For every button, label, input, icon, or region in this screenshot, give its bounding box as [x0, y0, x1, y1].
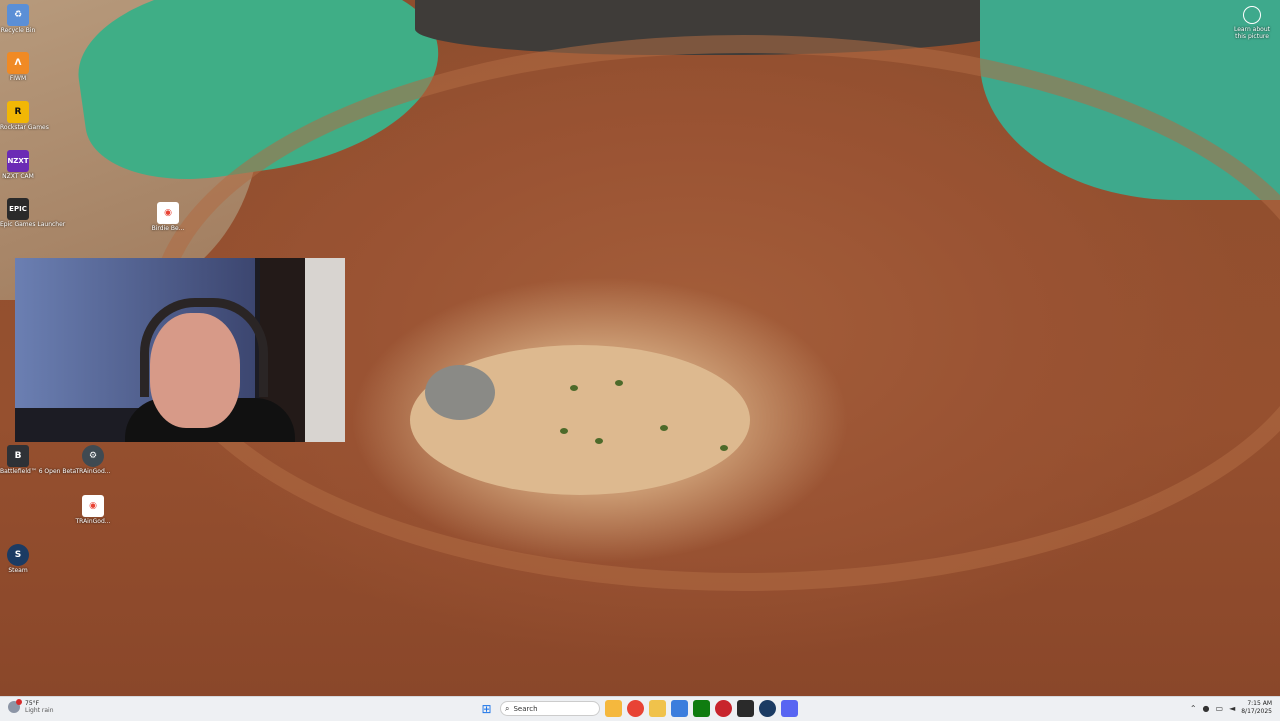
clock-time: 7:15 AM	[1247, 700, 1272, 707]
battlefield-icon: B	[7, 445, 29, 467]
desktop-icon-label: Birdie Be...	[151, 225, 185, 232]
file-explorer-icon[interactable]	[605, 700, 622, 717]
desktop-icon-label: FIWM	[9, 75, 27, 82]
search-placeholder: Search	[513, 704, 538, 713]
desktop-icon-traingod-2[interactable]: ◉ TRAinGod...	[75, 495, 111, 525]
wallpaper-crater-pool	[425, 365, 495, 420]
desktop-wallpaper: ♻ Recycle Bin Λ FIWM R Rockstar Games NZ…	[0, 0, 1280, 696]
clock-date: 8/17/2025	[1241, 708, 1272, 715]
desktop-icon-battlefield[interactable]: B Battlefield™ 6 Open Beta	[0, 445, 77, 475]
search-icon: ⌕	[505, 703, 510, 713]
steam-icon[interactable]	[759, 700, 776, 717]
folder-icon[interactable]	[649, 700, 666, 717]
weather-temp: 75°F	[25, 700, 40, 707]
headphones-icon	[140, 298, 268, 397]
chrome-icon[interactable]	[627, 700, 644, 717]
wallpaper-shrub	[615, 380, 623, 386]
chrome-shortcut-icon: ◉	[82, 495, 104, 517]
chevron-up-icon[interactable]: ⌃	[1190, 704, 1197, 713]
desktop-icon-label: TRAinGod...	[75, 468, 111, 475]
network-icon[interactable]: ▭	[1216, 704, 1224, 713]
desktop-icon-label: Recycle Bin	[0, 27, 36, 34]
weather-desc: Light rain	[25, 707, 54, 714]
wallpaper-shrub	[595, 438, 603, 444]
desktop-icon-label: Rockstar Games	[0, 124, 49, 131]
taskbar-center: ⊞ ⌕ Search	[478, 700, 798, 717]
webcam-overlay	[15, 258, 345, 442]
desktop-icon-recycle-bin[interactable]: ♻ Recycle Bin	[0, 4, 36, 34]
desktop-icon-label: Steam	[8, 567, 28, 574]
recycle-bin-icon: ♻	[7, 4, 29, 26]
clock[interactable]: 7:15 AM 8/17/2025	[1241, 700, 1272, 716]
learn-about-label: Learn about this picture	[1234, 26, 1270, 40]
desktop-icon-label: NZXT CAM	[2, 173, 34, 180]
desktop-icon-fiwm[interactable]: Λ FIWM	[0, 52, 36, 82]
photos-icon[interactable]	[671, 700, 688, 717]
taskbar: 75°F Light rain ⊞ ⌕ Search ⌃ ● ▭ ◄ 7:15 …	[0, 696, 1280, 721]
weather-icon	[8, 699, 22, 713]
system-tray: ⌃ ● ▭ ◄ 7:15 AM 8/17/2025	[1190, 700, 1272, 716]
rockstar-games-icon: R	[7, 101, 29, 123]
nzxt-cam-icon: NZXT	[7, 150, 29, 172]
wallpaper-shrub	[560, 428, 568, 434]
weather-widget[interactable]: 75°F Light rain	[8, 699, 54, 714]
weather-text: 75°F Light rain	[25, 700, 54, 714]
epic-games-icon[interactable]	[737, 700, 754, 717]
xbox-icon[interactable]	[693, 700, 710, 717]
discord-icon[interactable]	[781, 700, 798, 717]
app-red-icon[interactable]	[715, 700, 732, 717]
desktop-icon-label: TRAinGod...	[75, 518, 111, 525]
desktop-icon-birdie[interactable]: ◉ Birdie Be...	[150, 202, 186, 232]
fiwm-app-icon: Λ	[7, 52, 29, 74]
search-box[interactable]: ⌕ Search	[500, 701, 600, 716]
desktop-icon-nzxt[interactable]: NZXT NZXT CAM	[0, 150, 36, 180]
desktop-icon-traingod-1[interactable]: ⚙ TRAinGod...	[75, 445, 111, 475]
wallpaper-shrub	[720, 445, 728, 451]
traingod-app-icon: ⚙	[82, 445, 104, 467]
learn-about-picture-button[interactable]: Learn about this picture	[1232, 6, 1272, 40]
chrome-shortcut-icon: ◉	[157, 202, 179, 224]
desktop-icon-label: Epic Games Launcher	[0, 221, 66, 228]
camera-info-icon	[1243, 6, 1261, 24]
epic-games-icon: EPIC	[7, 198, 29, 220]
wallpaper-shrub	[570, 385, 578, 391]
desktop-icon-rockstar[interactable]: R Rockstar Games	[0, 101, 49, 131]
wallpaper-shrub	[660, 425, 668, 431]
desktop-icon-steam[interactable]: S Steam	[0, 544, 36, 574]
microphone-icon[interactable]: ●	[1203, 704, 1210, 713]
volume-icon[interactable]: ◄	[1229, 704, 1235, 713]
desktop-icon-epic[interactable]: EPIC Epic Games Launcher	[0, 198, 66, 228]
desktop-icon-label: Battlefield™ 6 Open Beta	[0, 468, 77, 475]
steam-icon: S	[7, 544, 29, 566]
start-button[interactable]: ⊞	[478, 700, 495, 717]
webcam-right-wall	[305, 258, 345, 442]
